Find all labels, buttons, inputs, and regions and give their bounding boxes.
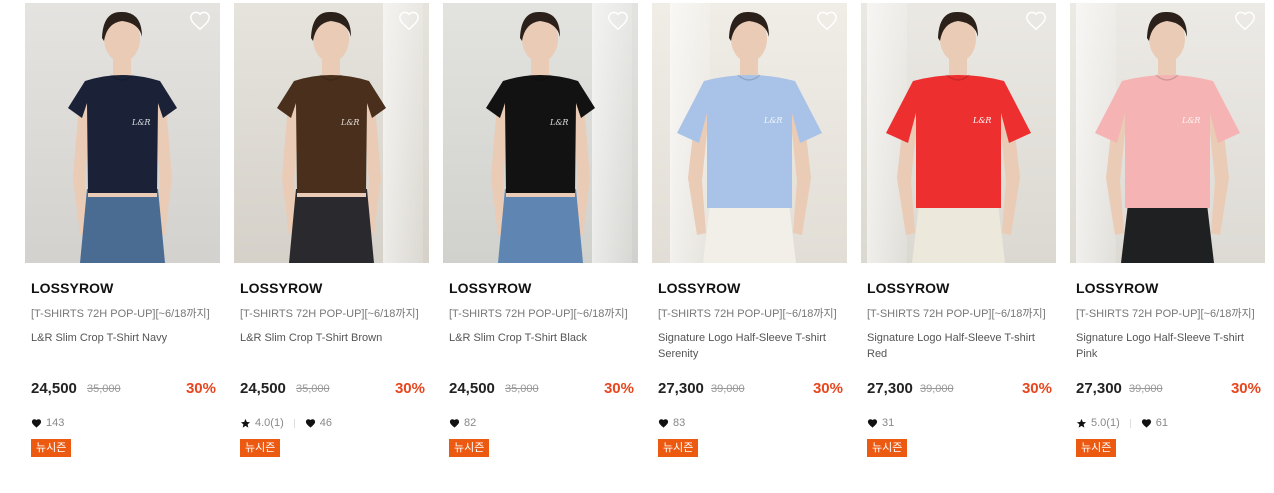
sale-price: 24,500: [31, 380, 77, 397]
brand-name[interactable]: LOSSYROW: [1076, 280, 1158, 296]
promo-tag: [T-SHIRTS 72H POP-UP][~6/18까지]: [449, 308, 628, 320]
discount-rate: 30%: [394, 380, 425, 397]
heart-filled-icon: [31, 418, 42, 429]
original-price: 39,000: [920, 383, 954, 395]
promo-tag: [T-SHIRTS 72H POP-UP][~6/18까지]: [1076, 308, 1255, 320]
new-season-badge: 뉴시즌: [867, 439, 908, 457]
meta-divider: [293, 418, 295, 428]
product-card[interactable]: L&R LOSSYROW [T-SHIRTS 72H POP-UP][~6/18…: [652, 3, 847, 473]
promo-tag: [T-SHIRTS 72H POP-UP][~6/18까지]: [240, 308, 419, 320]
product-grid: L&R LOSSYROW [T-SHIRTS 72H POP-UP][~6/18…: [0, 0, 1274, 493]
heart-outline-icon[interactable]: [398, 10, 420, 32]
original-price: 39,000: [1129, 383, 1163, 395]
original-price: 35,000: [296, 383, 330, 395]
product-meta: 31: [867, 416, 894, 430]
product-image[interactable]: L&R: [443, 3, 638, 263]
heart-outline-icon[interactable]: [1025, 10, 1047, 32]
original-price: 39,000: [711, 383, 745, 395]
heart-filled-icon: [1141, 418, 1152, 429]
new-season-badge: 뉴시즌: [31, 439, 72, 457]
star-filled-icon: [1076, 418, 1087, 429]
meta-divider: [1129, 418, 1131, 428]
product-image[interactable]: L&R: [234, 3, 429, 263]
new-season-badge: 뉴시즌: [1076, 439, 1117, 457]
product-name[interactable]: Signature Logo Half-Sleeve T-shirt Pink: [1076, 330, 1262, 362]
brand-name[interactable]: LOSSYROW: [31, 280, 113, 296]
heart-filled-icon: [867, 418, 878, 429]
sale-price: 27,300: [1076, 380, 1122, 397]
product-name[interactable]: Signature Logo Half-Sleeve T-shirt Seren…: [658, 330, 844, 362]
sale-price: 27,300: [658, 380, 704, 397]
new-season-badge: 뉴시즌: [449, 439, 490, 457]
product-card[interactable]: L&R LOSSYROW [T-SHIRTS 72H POP-UP][~6/18…: [1070, 3, 1265, 473]
heart-filled-icon: [305, 418, 316, 429]
svg-text:L&R: L&R: [131, 118, 150, 127]
price-row: 27,300 39,000 30%: [658, 380, 843, 400]
product-card[interactable]: L&R LOSSYROW [T-SHIRTS 72H POP-UP][~6/18…: [443, 3, 638, 473]
original-price: 35,000: [87, 383, 121, 395]
heart-outline-icon[interactable]: [189, 10, 211, 32]
price-row: 24,500 35,000 30%: [240, 380, 425, 400]
brand-name[interactable]: LOSSYROW: [449, 280, 531, 296]
product-meta: 83: [658, 416, 685, 430]
product-name[interactable]: L&R Slim Crop T-Shirt Brown: [240, 330, 426, 346]
price-row: 27,300 39,000 30%: [1076, 380, 1261, 400]
rating-value: 5.0(1): [1091, 417, 1120, 429]
heart-outline-icon[interactable]: [816, 10, 838, 32]
brand-name[interactable]: LOSSYROW: [867, 280, 949, 296]
like-count: 46: [319, 417, 332, 429]
discount-rate: 30%: [812, 380, 843, 397]
product-image[interactable]: L&R: [652, 3, 847, 263]
svg-text:L&R: L&R: [972, 116, 991, 125]
heart-outline-icon[interactable]: [1234, 10, 1256, 32]
price-row: 24,500 35,000 30%: [449, 380, 634, 400]
sale-price: 24,500: [449, 380, 495, 397]
promo-tag: [T-SHIRTS 72H POP-UP][~6/18까지]: [658, 308, 837, 320]
product-image[interactable]: L&R: [25, 3, 220, 263]
brand-name[interactable]: LOSSYROW: [658, 280, 740, 296]
promo-tag: [T-SHIRTS 72H POP-UP][~6/18까지]: [31, 308, 210, 320]
new-season-badge: 뉴시즌: [240, 439, 281, 457]
like-count: 61: [1155, 417, 1168, 429]
product-meta: 5.0(1) 61: [1076, 416, 1168, 430]
product-name[interactable]: L&R Slim Crop T-Shirt Navy: [31, 330, 217, 346]
product-card[interactable]: L&R LOSSYROW [T-SHIRTS 72H POP-UP][~6/18…: [861, 3, 1056, 473]
discount-rate: 30%: [1230, 380, 1261, 397]
product-meta: 82: [449, 416, 476, 430]
product-image[interactable]: L&R: [1070, 3, 1265, 263]
rating-value: 4.0(1): [255, 417, 284, 429]
price-row: 27,300 39,000 30%: [867, 380, 1052, 400]
like-count: 82: [464, 417, 477, 429]
new-season-badge: 뉴시즌: [658, 439, 699, 457]
svg-text:L&R: L&R: [763, 116, 782, 125]
product-meta: 4.0(1) 46: [240, 416, 332, 430]
like-count: 31: [882, 417, 895, 429]
product-card[interactable]: L&R LOSSYROW [T-SHIRTS 72H POP-UP][~6/18…: [234, 3, 429, 473]
svg-text:L&R: L&R: [1181, 116, 1200, 125]
sale-price: 24,500: [240, 380, 286, 397]
discount-rate: 30%: [603, 380, 634, 397]
discount-rate: 30%: [1021, 380, 1052, 397]
like-count: 143: [46, 417, 65, 429]
promo-tag: [T-SHIRTS 72H POP-UP][~6/18까지]: [867, 308, 1046, 320]
product-image[interactable]: L&R: [861, 3, 1056, 263]
heart-filled-icon: [658, 418, 669, 429]
product-meta: 143: [31, 416, 64, 430]
svg-text:L&R: L&R: [340, 118, 359, 127]
star-filled-icon: [240, 418, 251, 429]
product-name[interactable]: Signature Logo Half-Sleeve T-shirt Red: [867, 330, 1053, 362]
heart-filled-icon: [449, 418, 460, 429]
heart-outline-icon[interactable]: [607, 10, 629, 32]
sale-price: 27,300: [867, 380, 913, 397]
price-row: 24,500 35,000 30%: [31, 380, 216, 400]
like-count: 83: [673, 417, 686, 429]
brand-name[interactable]: LOSSYROW: [240, 280, 322, 296]
original-price: 35,000: [505, 383, 539, 395]
discount-rate: 30%: [185, 380, 216, 397]
svg-text:L&R: L&R: [549, 118, 568, 127]
product-card[interactable]: L&R LOSSYROW [T-SHIRTS 72H POP-UP][~6/18…: [25, 3, 220, 473]
product-name[interactable]: L&R Slim Crop T-Shirt Black: [449, 330, 635, 346]
